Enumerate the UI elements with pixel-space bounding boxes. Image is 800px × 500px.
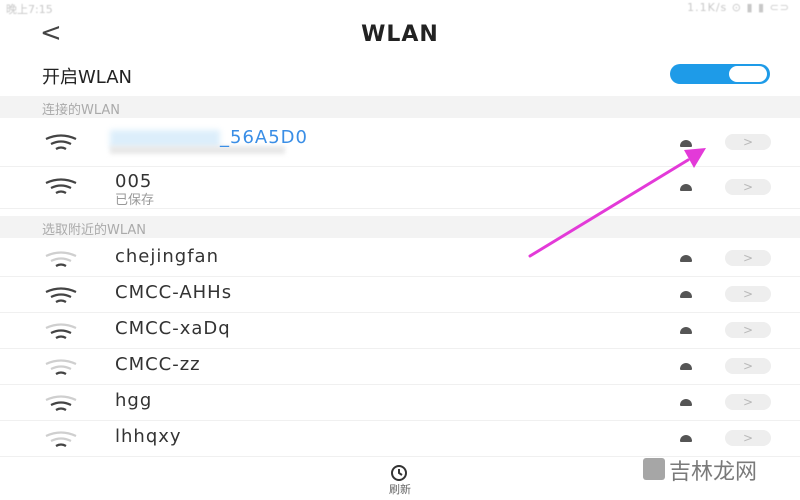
section-connected-label: 连接的WLAN <box>42 103 121 118</box>
network-name: CMCC-xaDq <box>115 318 231 339</box>
network-name: chejingfan <box>115 246 219 267</box>
lock-icon <box>680 255 692 262</box>
network-details-button[interactable]: > <box>725 286 771 302</box>
network-row-saved[interactable]: 005 已保存 > <box>0 166 800 209</box>
lock-icon <box>680 435 692 442</box>
network-row[interactable]: CMCC-xaDq > <box>0 312 800 349</box>
network-name: hgg <box>115 390 153 411</box>
network-row[interactable]: lhhqxy > <box>0 420 800 457</box>
wifi-signal-icon <box>44 251 78 269</box>
wlan-toggle-label: 开启WLAN <box>42 67 133 88</box>
lock-icon <box>680 327 692 334</box>
section-nearby-label: 选取附近的WLAN <box>42 223 147 238</box>
network-row[interactable]: CMCC-zz > <box>0 348 800 385</box>
wifi-signal-icon <box>44 178 78 196</box>
header: < WLAN <box>0 16 800 56</box>
lock-icon <box>680 399 692 406</box>
wifi-signal-icon <box>44 323 78 341</box>
refresh-label: 刷新 <box>389 483 411 496</box>
refresh-icon <box>390 464 408 482</box>
network-details-button[interactable]: > <box>725 430 771 446</box>
network-name: _56A5D0 <box>220 127 308 148</box>
watermark-logo-icon <box>643 458 665 480</box>
lock-icon <box>680 291 692 298</box>
network-row[interactable]: hgg > <box>0 384 800 421</box>
wifi-signal-icon <box>44 395 78 413</box>
status-time: 晚上7:15 <box>6 3 53 16</box>
network-subtitle: 已保存 <box>115 193 155 208</box>
switch-knob <box>729 66 767 82</box>
network-details-button[interactable]: > <box>725 250 771 266</box>
network-details-button[interactable]: > <box>725 179 771 195</box>
network-row[interactable]: chejingfan > <box>0 240 800 277</box>
lock-icon <box>680 140 692 147</box>
page-title: WLAN <box>361 22 439 47</box>
network-details-button[interactable]: > <box>725 322 771 338</box>
watermark-text: 吉林龙网 <box>669 460 758 485</box>
network-row[interactable]: CMCC-AHHs > <box>0 276 800 313</box>
wifi-signal-icon <box>44 431 78 449</box>
wlan-toggle-row: 开启WLAN <box>0 56 800 97</box>
refresh-button[interactable]: 刷新 <box>368 462 432 498</box>
wlan-toggle-switch[interactable] <box>670 64 770 84</box>
network-name: CMCC-zz <box>115 354 201 375</box>
network-name: CMCC-AHHs <box>115 282 233 303</box>
network-details-button[interactable]: > <box>725 134 771 150</box>
section-connected-header: 连接的WLAN <box>0 96 800 118</box>
status-icons: 1.1K/s ⊙ ▮ ▮ ⊂⊃ <box>687 1 790 14</box>
network-details-button[interactable]: > <box>725 394 771 410</box>
watermark: 吉林龙网 <box>643 454 793 485</box>
wifi-signal-icon <box>44 287 78 305</box>
status-bar: 晚上7:15 1.1K/s ⊙ ▮ ▮ ⊂⊃ <box>0 0 800 16</box>
network-details-button[interactable]: > <box>725 358 771 374</box>
lock-icon <box>680 363 692 370</box>
section-nearby-header: 选取附近的WLAN <box>0 216 800 238</box>
network-name: lhhqxy <box>115 426 182 447</box>
lock-icon <box>680 184 692 191</box>
wifi-signal-icon <box>44 134 78 152</box>
wifi-signal-icon <box>44 359 78 377</box>
